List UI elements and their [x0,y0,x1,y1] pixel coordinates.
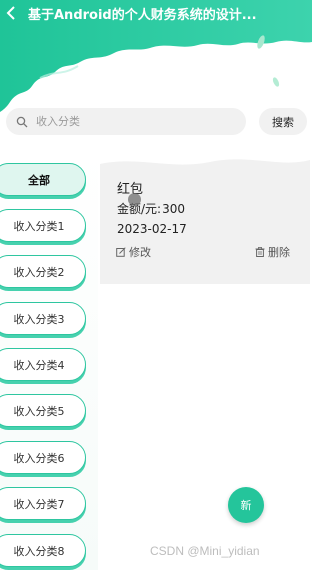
category-item[interactable]: 收入分类6 [0,441,86,474]
touch-indicator [128,193,141,206]
trash-icon [255,247,265,257]
record-card-background [100,159,310,284]
app-header: 基于Android的个人财务系统的设计... [0,0,312,120]
category-item[interactable]: 收入分类7 [0,487,86,520]
category-item[interactable]: 收入分类1 [0,209,86,242]
category-item[interactable]: 收入分类3 [0,302,86,335]
category-item[interactable]: 收入分类2 [0,255,86,288]
category-sidebar: 全部 收入分类1 收入分类2 收入分类3 收入分类4 收入分类5 收入分类6 收… [0,150,98,570]
search-button[interactable]: 搜索 [259,108,307,135]
leaf-decoration-icon [272,77,280,87]
add-record-button[interactable]: 新 [228,487,264,523]
leaf-decoration-icon [257,35,265,49]
edit-label: 修改 [129,246,151,259]
page-title: 基于Android的个人财务系统的设计... [28,8,257,23]
category-item-all[interactable]: 全部 [0,163,86,196]
delete-button[interactable]: 删除 [255,244,290,260]
search-icon [16,116,28,128]
amount-value: 300 [162,202,185,216]
category-item[interactable]: 收入分类5 [0,394,86,427]
category-item[interactable]: 收入分类4 [0,348,86,381]
search-input[interactable] [34,114,228,129]
chevron-left-icon [6,6,15,20]
record-card[interactable]: 红包 金额/元:300 2023-02-17 修改 删除 [100,156,310,284]
record-amount: 金额/元:300 [117,200,185,217]
watermark: CSDN @Mini_yidian [150,544,260,558]
edit-button[interactable]: 修改 [116,244,151,260]
search-box [6,108,246,135]
delete-label: 删除 [268,246,290,259]
record-date: 2023-02-17 [117,222,187,236]
category-item[interactable]: 收入分类8 [0,534,86,567]
edit-icon [116,247,126,257]
back-button[interactable] [0,0,22,26]
